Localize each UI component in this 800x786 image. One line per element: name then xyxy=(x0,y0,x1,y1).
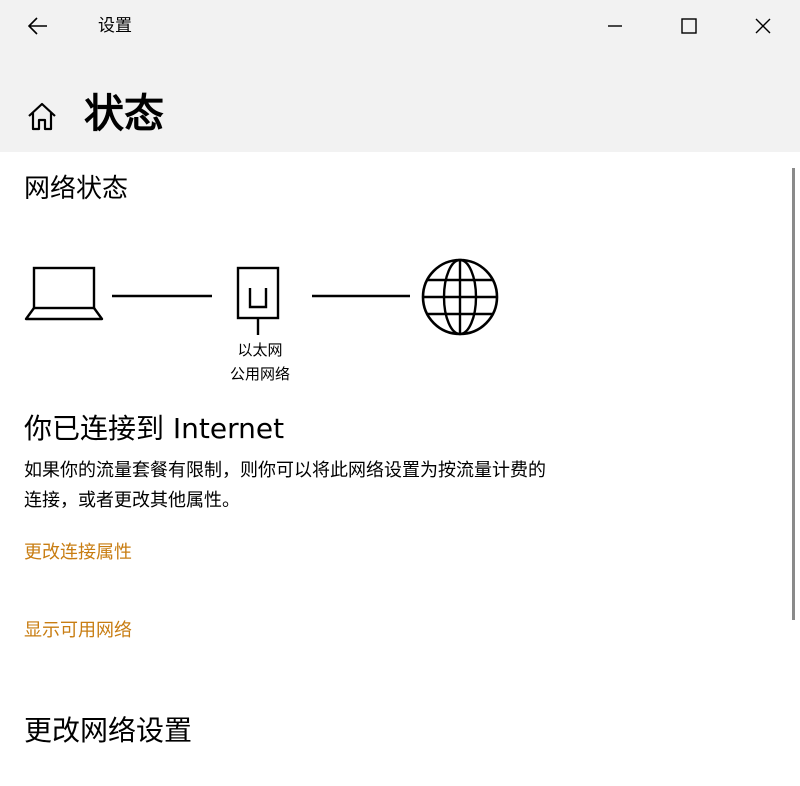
change-network-settings-heading: 更改网络设置 xyxy=(24,714,193,747)
network-status-heading: 网络状态 xyxy=(24,174,129,204)
description-line-2: 连接，或者更改其他属性。 xyxy=(24,490,240,511)
connection-status-title: 你已连接到 Internet xyxy=(24,412,285,445)
network-diagram xyxy=(0,255,520,345)
adapter-name-label: 以太网 xyxy=(237,341,283,359)
scrollbar[interactable] xyxy=(792,168,795,620)
minimize-button[interactable] xyxy=(592,6,638,46)
close-button[interactable] xyxy=(740,6,786,46)
back-button[interactable] xyxy=(20,10,56,42)
maximize-icon xyxy=(681,18,697,34)
minimize-icon xyxy=(608,25,622,27)
page-title: 状态 xyxy=(84,91,164,137)
home-icon xyxy=(28,102,56,131)
home-button[interactable] xyxy=(22,96,62,136)
description-line-1: 如果你的流量套餐有限制，则你可以将此网络设置为按流量计费的 xyxy=(24,460,546,481)
arrow-left-icon xyxy=(28,17,47,35)
network-type-label: 公用网络 xyxy=(229,365,290,383)
globe-icon xyxy=(421,258,499,336)
close-icon xyxy=(755,18,771,34)
change-connection-properties-link[interactable]: 更改连接属性 xyxy=(24,540,132,566)
laptop-icon xyxy=(24,266,104,321)
connection-description: 如果你的流量套餐有限制，则你可以将此网络设置为按流量计费的 连接，或者更改其他属… xyxy=(24,456,714,516)
ethernet-icon xyxy=(236,266,280,335)
show-available-networks-link[interactable]: 显示可用网络 xyxy=(24,618,132,644)
maximize-button[interactable] xyxy=(666,6,712,46)
app-title: 设置 xyxy=(98,16,132,36)
network-diagram-graphic xyxy=(24,258,499,336)
